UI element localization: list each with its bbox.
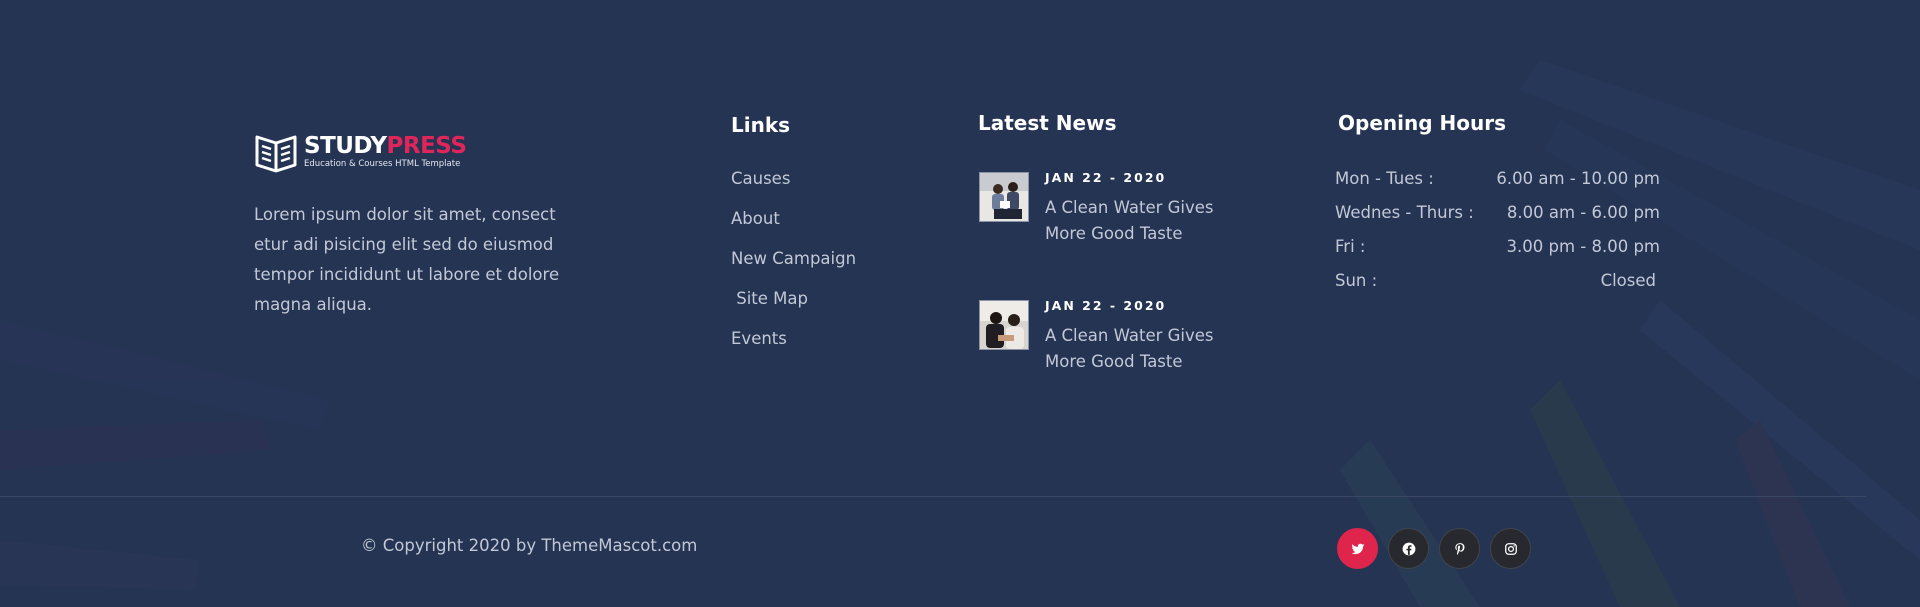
hours-row: Wednes - Thurs : 8.00 am - 6.00 pm xyxy=(1335,199,1660,233)
brand-tagline: Education & Courses HTML Template xyxy=(304,159,461,169)
instagram-icon xyxy=(1504,542,1517,555)
brand-logo[interactable]: STUDYPRESS Education & Courses HTML Temp… xyxy=(254,130,467,174)
news-title: Latest News xyxy=(978,111,1117,135)
hours-time: 3.00 pm - 8.00 pm xyxy=(1506,237,1660,256)
opening-hours-table: Mon - Tues : 6.00 am - 10.00 pm Wednes -… xyxy=(1335,165,1660,301)
link-causes[interactable]: Causes xyxy=(731,165,856,205)
hours-row: Mon - Tues : 6.00 am - 10.00 pm xyxy=(1335,165,1660,199)
about-text: Lorem ipsum dolor sit amet, consect etur… xyxy=(254,205,560,314)
hours-row: Fri : 3.00 pm - 8.00 pm xyxy=(1335,233,1660,267)
links-list: Causes About New Campaign Site Map Event… xyxy=(731,165,856,365)
news-date: JAN 22 - 2020 xyxy=(1045,298,1167,313)
link-events[interactable]: Events xyxy=(731,325,856,365)
hours-day: Wednes - Thurs : xyxy=(1335,203,1474,222)
news-date: JAN 22 - 2020 xyxy=(1045,170,1167,185)
link-site-map[interactable]: Site Map xyxy=(731,285,856,325)
twitter-icon xyxy=(1351,543,1364,554)
hours-day: Mon - Tues : xyxy=(1335,169,1434,188)
hours-day: Sun : xyxy=(1335,271,1378,290)
brand-name: STUDYPRESS xyxy=(304,133,467,159)
news-headline-link[interactable]: A Clean Water Gives More Good Taste xyxy=(1045,195,1225,247)
news-headline-link[interactable]: A Clean Water Gives More Good Taste xyxy=(1045,323,1225,375)
hours-time: Closed xyxy=(1600,271,1656,290)
news-item[interactable]: JAN 22 - 2020 A Clean Water Gives More G… xyxy=(979,170,1225,247)
hours-day: Fri : xyxy=(1335,237,1366,256)
link-about[interactable]: About xyxy=(731,205,856,245)
social-links xyxy=(1337,528,1541,569)
links-title: Links xyxy=(731,113,791,137)
brand-name-part1: STUDY xyxy=(304,133,387,159)
hours-time: 8.00 am - 6.00 pm xyxy=(1506,203,1660,222)
hours-title: Opening Hours xyxy=(1338,111,1506,135)
news-thumbnail[interactable] xyxy=(979,172,1029,222)
footer-divider xyxy=(0,496,1866,497)
brand-name-part2: PRESS xyxy=(386,133,467,159)
copyright-text: © Copyright 2020 by ThemeMascot.com xyxy=(361,536,698,555)
link-new-campaign[interactable]: New Campaign xyxy=(731,245,856,285)
pinterest-button[interactable] xyxy=(1439,528,1480,569)
news-item[interactable]: JAN 22 - 2020 A Clean Water Gives More G… xyxy=(979,298,1225,375)
twitter-button[interactable] xyxy=(1337,528,1378,569)
instagram-button[interactable] xyxy=(1490,528,1531,569)
open-book-icon xyxy=(255,135,297,173)
hours-time: 6.00 am - 10.00 pm xyxy=(1496,169,1660,188)
hours-row: Sun : Closed xyxy=(1335,267,1660,301)
news-thumbnail[interactable] xyxy=(979,300,1029,350)
facebook-button[interactable] xyxy=(1388,528,1429,569)
pinterest-icon xyxy=(1454,542,1464,555)
facebook-icon xyxy=(1402,542,1415,555)
